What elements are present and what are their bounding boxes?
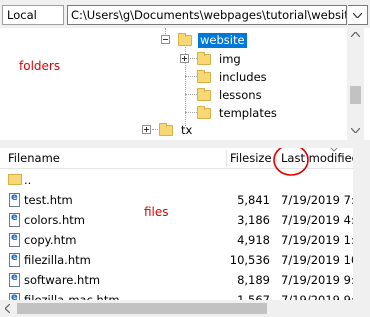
folder-icon [197, 51, 211, 65]
local-site-label: Local site: [2, 5, 64, 40]
tree-item-img[interactable]: img [197, 50, 243, 68]
file-name: filezilla.htm [24, 253, 91, 267]
tree-item-label: img [219, 51, 241, 66]
html-file-icon [9, 212, 20, 227]
column-filename[interactable]: Filename [8, 151, 60, 165]
tree-item-label: website [198, 32, 247, 48]
folder-icon [197, 69, 211, 83]
folder-icon [8, 174, 22, 185]
scroll-up-icon[interactable] [351, 32, 360, 37]
local-site-path-input[interactable]: C:\Users\g\Documents\webpages\tutorial\w… [67, 5, 347, 25]
list-item[interactable]: copy.htm 4,918 7/19/2019 1:0 [0, 230, 370, 250]
html-file-icon [9, 232, 20, 247]
file-size: 3,186 [237, 213, 270, 227]
scroll-left-icon[interactable] [5, 304, 10, 313]
file-modified: 7/19/2019 4:2 [281, 213, 363, 227]
file-modified: 7/19/2019 9:5 [281, 273, 363, 287]
tree-item-templates[interactable]: templates [197, 104, 279, 122]
html-file-icon [9, 192, 20, 207]
expand-tx-icon[interactable] [142, 125, 151, 134]
folder-icon [159, 122, 173, 136]
folder-icon [197, 105, 211, 119]
expand-img-icon[interactable] [180, 54, 189, 63]
pane-splitter[interactable] [0, 140, 370, 148]
list-item-parent[interactable]: .. [0, 170, 370, 190]
folder-icon [197, 87, 211, 101]
folders-annotation: folders [19, 59, 61, 73]
file-size: 5,841 [237, 193, 270, 207]
scroll-down-icon[interactable] [351, 128, 360, 133]
column-filesize[interactable]: Filesize [230, 151, 272, 165]
file-size: 10,536 [229, 253, 270, 267]
collapse-website-icon[interactable] [161, 35, 170, 44]
list-item[interactable]: colors.htm 3,186 7/19/2019 4:2 [0, 210, 370, 230]
list-item[interactable]: filezilla.htm 10,536 7/19/2019 10 [0, 250, 370, 270]
file-size: 4,918 [237, 233, 270, 247]
tree-item-label: tx [181, 122, 193, 137]
file-size: 8,189 [237, 273, 270, 287]
tree-item-label: includes [219, 69, 267, 84]
html-file-icon [9, 252, 20, 267]
file-name: .. [24, 173, 32, 187]
file-list-scrollbar[interactable] [353, 148, 370, 317]
html-file-icon [9, 272, 20, 287]
tree-item-label: templates [219, 105, 277, 120]
folder-open-icon [178, 32, 192, 46]
local-site-bar: Local site: C:\Users\g\Documents\webpage… [0, 0, 370, 40]
file-list-header: Filename Filesize Last modified [0, 148, 370, 176]
file-modified: 7/19/2019 1:0 [281, 233, 363, 247]
chevron-down-icon [353, 13, 362, 18]
tree-item-label: lessons [219, 87, 262, 102]
file-name: colors.htm [24, 213, 85, 227]
tree-item-lessons[interactable]: lessons [197, 86, 264, 104]
list-item[interactable]: software.htm 8,189 7/19/2019 9:5 [0, 270, 370, 290]
file-name: software.htm [24, 273, 101, 287]
tree-item-includes[interactable]: includes [197, 68, 269, 86]
local-file-list[interactable]: Filename Filesize Last modified .. test.… [0, 148, 370, 317]
local-folder-tree[interactable]: website img includes lessons templates t… [0, 28, 370, 140]
list-item[interactable]: test.htm 5,841 7/19/2019 7:4 [0, 190, 370, 210]
tree-item-tx[interactable]: tx [159, 121, 194, 139]
local-site-dropdown-button[interactable] [348, 5, 368, 25]
tree-scrollbar[interactable] [347, 28, 364, 140]
tree-item-website[interactable]: website [178, 31, 247, 49]
files-annotation: files [144, 205, 169, 219]
horizontal-scroll-thumb[interactable] [17, 303, 267, 314]
file-modified: 7/19/2019 7:4 [281, 193, 363, 207]
sort-indicator-icon [330, 148, 338, 152]
tree-scroll-thumb[interactable] [350, 86, 361, 104]
file-modified: 7/19/2019 10 [281, 253, 359, 267]
file-list-horizontal-scrollbar[interactable] [0, 300, 353, 317]
file-name: test.htm [24, 193, 73, 207]
file-name: copy.htm [24, 233, 77, 247]
